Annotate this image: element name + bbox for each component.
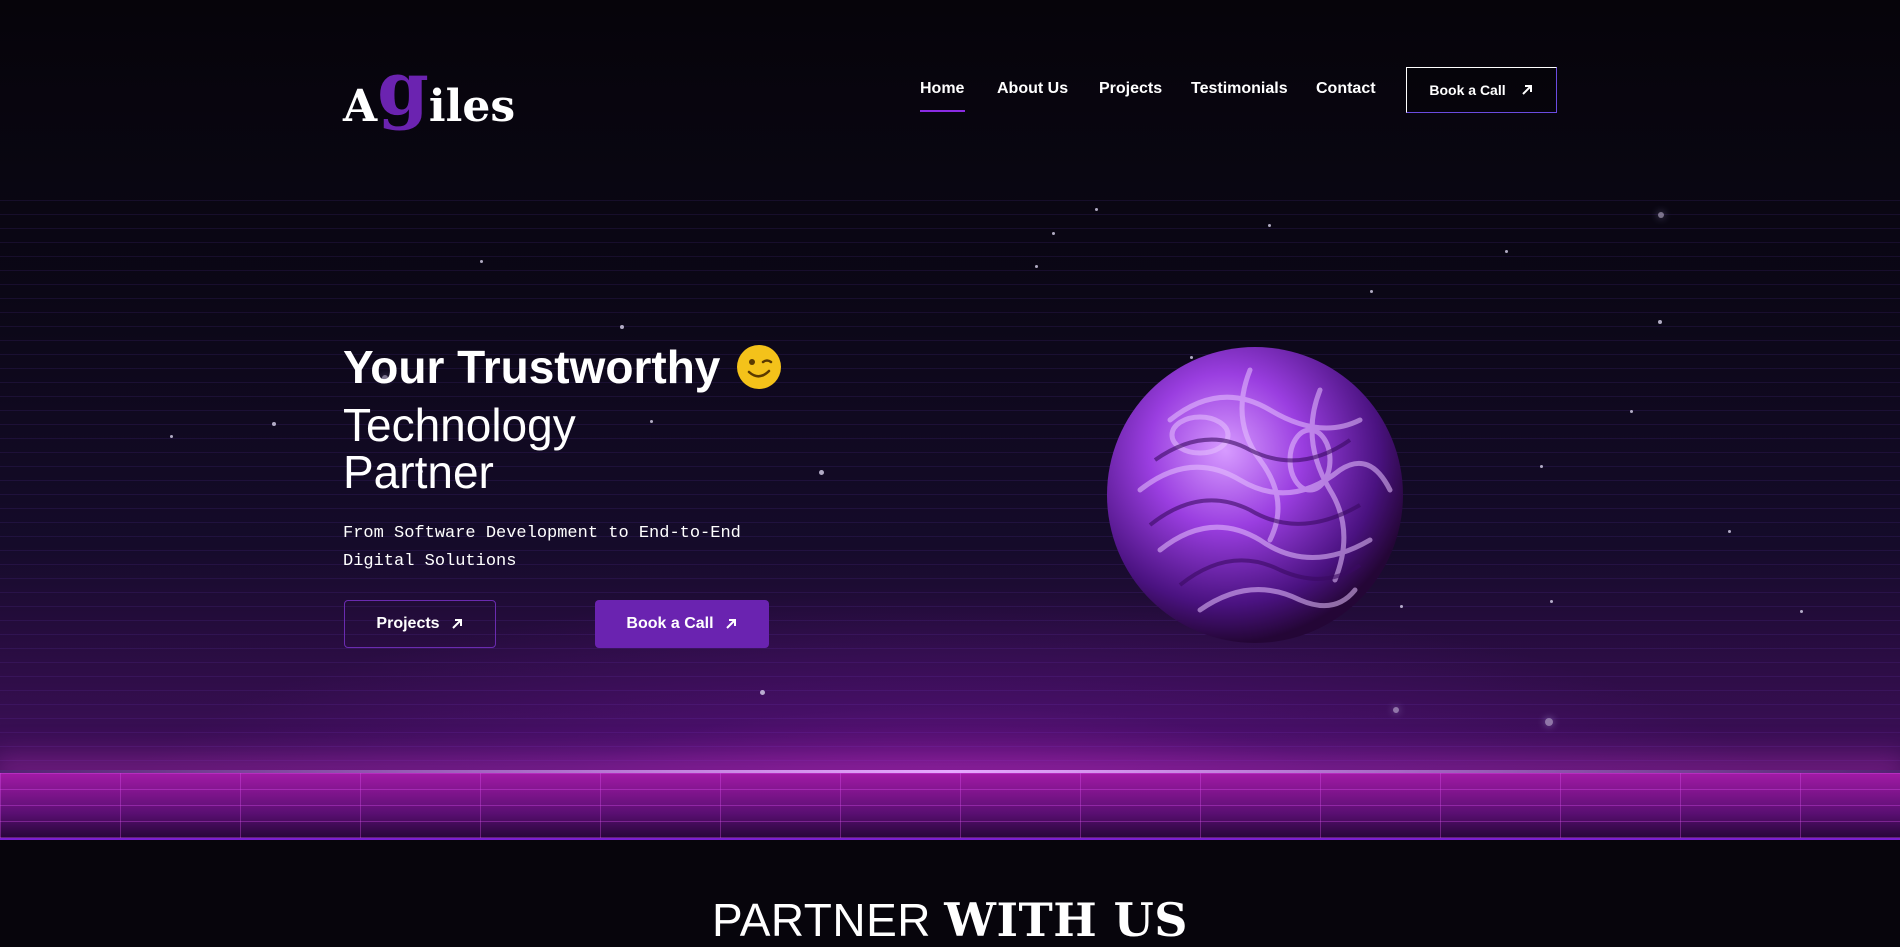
hero-title-text: Your Trustworthy [343, 341, 721, 393]
scanline-background [0, 200, 1900, 775]
purple-sphere-graphic [1107, 347, 1403, 643]
hero-title-line2: Technology Partner [343, 402, 723, 496]
star [272, 422, 276, 426]
nav-contact[interactable]: Contact [1316, 80, 1376, 98]
hero-title-technology: Technology [343, 399, 576, 451]
book-call-button-label: Book a Call [626, 615, 714, 632]
star [1728, 530, 1731, 533]
partner-heading-light: PARTNER [711, 894, 932, 946]
star [1550, 600, 1553, 603]
star [170, 435, 173, 438]
hero-section [0, 0, 1900, 840]
nav-book-call-button[interactable]: Book a Call [1406, 67, 1557, 113]
star [480, 260, 483, 263]
logo-letter-a: A [343, 81, 378, 132]
logo-letters-iles: iles [428, 81, 516, 132]
projects-button[interactable]: Projects [344, 600, 496, 648]
agiles-logo[interactable]: A g iles [343, 52, 516, 148]
winking-face-icon [737, 345, 782, 389]
star [1052, 232, 1055, 235]
hero-subtitle: From Software Development to End-to-End … [343, 524, 741, 571]
star [1035, 265, 1038, 268]
hero-title-line1: Your Trustworthy [343, 340, 782, 394]
star [1095, 208, 1098, 211]
star [1370, 290, 1373, 293]
arrow-up-right-icon [451, 619, 462, 629]
nav-book-call-label: Book a Call [1429, 82, 1506, 98]
arrow-up-right-icon [725, 619, 736, 629]
star [760, 690, 765, 695]
star [819, 470, 824, 475]
projects-button-label: Projects [376, 615, 440, 632]
logo-letter-g: g [377, 46, 429, 132]
nav-home[interactable]: Home [920, 80, 964, 98]
star [1658, 320, 1662, 324]
grid-floor [0, 773, 1900, 840]
star [1658, 212, 1664, 218]
hero-title-partner: Partner [343, 446, 494, 498]
nav-testimonials[interactable]: Testimonials [1191, 80, 1288, 98]
nav-projects[interactable]: Projects [1099, 80, 1162, 98]
star [1505, 250, 1508, 253]
star [1393, 707, 1399, 713]
star [1545, 718, 1553, 726]
star [620, 325, 624, 329]
arrow-up-right-icon [1521, 85, 1532, 95]
star [1800, 610, 1803, 613]
star [1540, 465, 1543, 468]
nav-about-us[interactable]: About Us [997, 80, 1068, 98]
nav-active-indicator [920, 110, 965, 112]
star [1268, 224, 1271, 227]
star [1630, 410, 1633, 413]
book-call-button[interactable]: Book a Call [595, 600, 769, 648]
floor-edge [0, 838, 1900, 840]
